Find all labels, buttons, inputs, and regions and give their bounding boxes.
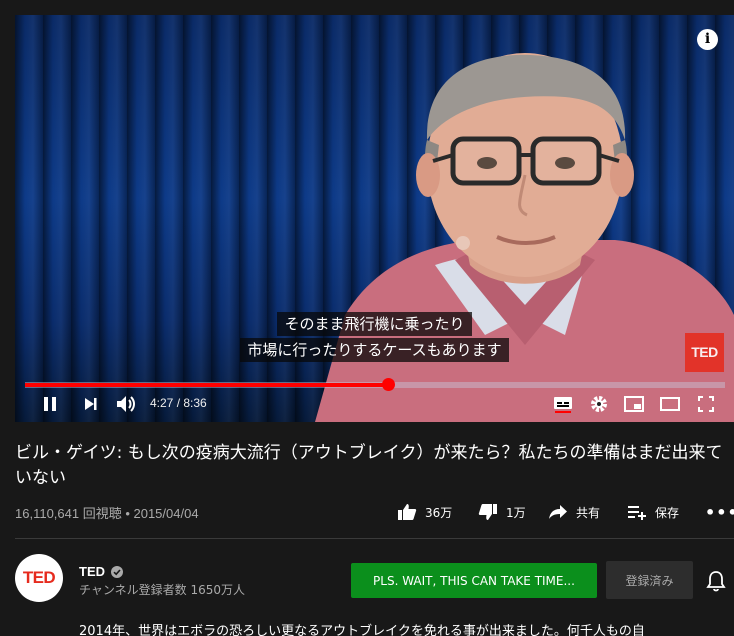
more-actions-icon[interactable]: ••• xyxy=(705,503,734,522)
time-display: 4:27 / 8:36 xyxy=(150,396,207,410)
subtitle-line-2: 市場に行ったりするケースもあります xyxy=(15,338,734,362)
subtitles-button[interactable] xyxy=(552,393,574,415)
pause-icon xyxy=(44,397,56,411)
progress-bar[interactable] xyxy=(25,378,725,391)
miniplayer-button[interactable] xyxy=(623,393,645,415)
save-button[interactable]: 保存 xyxy=(627,500,679,524)
like-button[interactable]: 36万 xyxy=(397,500,452,524)
view-count-and-date: 16,110,641 回視聴 • 2015/04/04 xyxy=(15,506,199,521)
thumbs-up-icon xyxy=(398,504,417,520)
share-icon xyxy=(549,505,567,519)
info-icon[interactable]: i xyxy=(697,29,718,50)
theater-mode-button[interactable] xyxy=(659,393,681,415)
video-title: ビル・ゲイツ: もし次の疫病大流行（アウトブレイク）が来たら？私たちの準備はまだ… xyxy=(15,443,723,488)
share-button[interactable]: 共有 xyxy=(548,500,600,524)
next-button[interactable] xyxy=(81,393,101,415)
channel-name[interactable]: TED xyxy=(79,564,123,579)
channel-avatar[interactable]: TED xyxy=(15,554,63,602)
progress-played xyxy=(25,383,389,387)
volume-button[interactable] xyxy=(115,393,137,415)
pause-button[interactable] xyxy=(39,393,61,415)
save-label: 保存 xyxy=(655,505,680,520)
settings-button[interactable] xyxy=(588,393,610,415)
theater-icon xyxy=(660,397,680,411)
settings-icon xyxy=(591,396,607,412)
dislike-count: 1万 xyxy=(506,505,526,520)
extension-action-button[interactable]: PLS. WAIT, THIS CAN TAKE TIME... xyxy=(351,563,597,598)
bell-icon[interactable] xyxy=(706,570,726,592)
subtitle-text-2: 市場に行ったりするケースもあります xyxy=(240,338,509,362)
channel-name-text: TED xyxy=(79,564,105,579)
fullscreen-button[interactable] xyxy=(695,393,717,415)
thumbs-down-icon xyxy=(478,504,497,520)
subtitle-text-1: そのまま飛行機に乗ったり xyxy=(277,312,472,336)
video-description: 2014年、世界はエボラの恐ろしい更なるアウトブレイクを免れる事が出来ました。何… xyxy=(79,624,645,636)
next-icon xyxy=(85,398,97,410)
subscriber-count: チャンネル登録者数 1650万人 xyxy=(79,583,245,597)
like-count: 36万 xyxy=(425,505,453,520)
add-to-playlist-icon xyxy=(628,506,646,520)
subtitles-icon xyxy=(554,397,572,413)
miniplayer-icon xyxy=(624,396,644,412)
subscribed-button[interactable]: 登録済み xyxy=(606,561,693,599)
video-player[interactable]: i TED そのまま飛行機に乗ったり 市場に行ったりするケースもあります 4:2… xyxy=(15,15,734,422)
divider xyxy=(15,538,734,539)
verified-icon xyxy=(111,565,123,578)
dislike-button[interactable]: 1万 xyxy=(478,500,526,524)
avatar-text: TED xyxy=(22,568,56,587)
subtitle-line-1: そのまま飛行機に乗ったり xyxy=(15,312,734,336)
volume-icon xyxy=(117,396,135,412)
share-label: 共有 xyxy=(576,505,601,520)
fullscreen-icon xyxy=(698,396,714,412)
